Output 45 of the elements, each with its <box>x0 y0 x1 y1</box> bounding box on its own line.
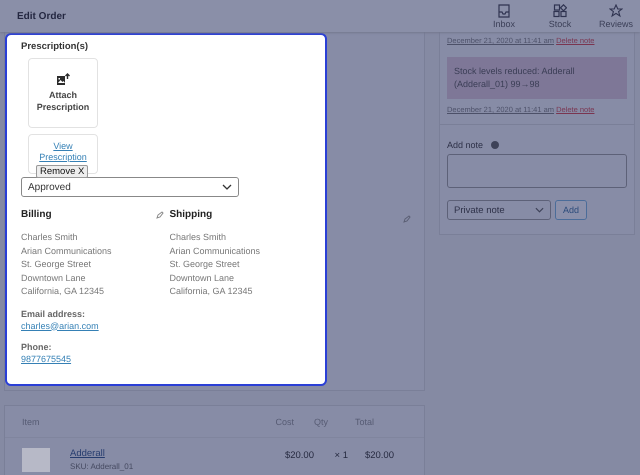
address-line: Downtown Lane <box>21 272 87 284</box>
nav-item[interactable]: Stock <box>538 4 582 28</box>
address-line: Downtown Lane <box>170 272 236 284</box>
address-line: St. George Street <box>21 258 92 271</box>
phone-label: Phone: <box>21 340 52 352</box>
phone-link[interactable]: 9877675545 <box>21 352 170 364</box>
sku-text: SKU: Adderall_01 <box>70 462 134 471</box>
image-upload-icon <box>56 73 70 86</box>
note-bubble: Stock levels reduced: Adderall (Adderall_01) 99→98 <box>447 57 627 99</box>
total-cell-text: $20.00 <box>364 449 394 463</box>
address-line: California, GA 12345 <box>170 285 254 298</box>
attach-prescription-button[interactable]: Attach Prescription <box>28 58 98 128</box>
billing-heading: Billing <box>21 209 52 220</box>
pencil-icon[interactable] <box>403 215 411 223</box>
nav-item[interactable]: Inbox <box>482 4 526 28</box>
photo-placeholder <box>22 448 50 472</box>
page-title: Edit Order <box>16 10 66 22</box>
chevron-down-icon <box>535 207 544 213</box>
chevron-down-icon <box>222 184 232 190</box>
inbox-icon <box>497 4 511 18</box>
cost-cell-text: $20.00 <box>284 449 314 463</box>
nav-item[interactable]: Reviews <box>594 4 638 28</box>
email-link[interactable]: charles@arian.com <box>21 320 170 332</box>
add-button[interactable]: Add <box>555 200 588 220</box>
item-link[interactable]: Adderall <box>70 448 236 459</box>
address-line: Arian Communications <box>170 244 262 258</box>
qty-cell-text: × 1 <box>334 449 348 463</box>
section-title: Prescription(s) <box>21 41 90 52</box>
note-type-select[interactable]: Private note <box>447 200 551 220</box>
note-textarea[interactable] <box>447 154 627 188</box>
shipping-heading: Shipping <box>170 209 212 220</box>
email-label: Email address: <box>21 308 86 320</box>
star-icon <box>609 4 623 18</box>
address-line: Arian Communications <box>21 244 113 258</box>
address-line: Charles Smith <box>170 231 228 244</box>
pencil-icon[interactable] <box>156 210 164 218</box>
address-line: Charles Smith <box>21 231 79 244</box>
address-line: St. George Street <box>170 258 241 271</box>
add-note-label: Add note <box>447 140 484 150</box>
status-select[interactable]: Approved <box>21 177 239 197</box>
help-icon <box>491 141 500 149</box>
address-line: California, GA 12345 <box>21 285 106 298</box>
blocks-icon <box>553 4 567 18</box>
remove-button[interactable]: Remove X <box>36 165 88 178</box>
view-prescription-link[interactable]: View Prescription <box>29 141 97 163</box>
